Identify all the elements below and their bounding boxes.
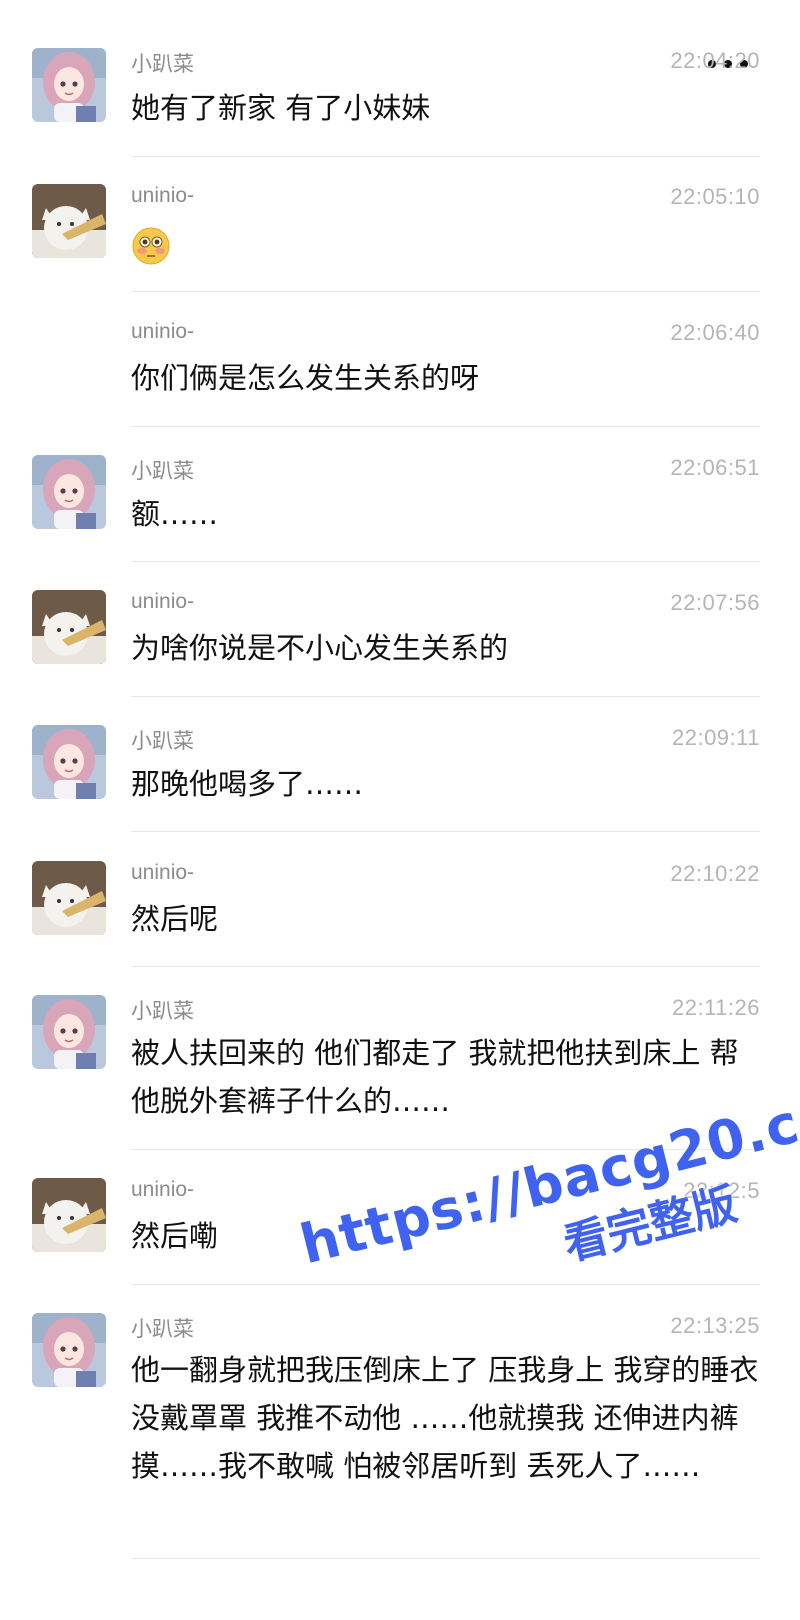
message-text[interactable]: 被人扶回来的 他们都走了 我就把他扶到床上 帮他脱外套裤子什么的…… — [131, 1029, 761, 1125]
avatar-girl[interactable] — [32, 455, 106, 529]
divider — [131, 291, 760, 292]
message-text[interactable] — [131, 220, 761, 268]
message-time: 22:06:51 — [670, 455, 760, 480]
flushed-face-icon — [131, 226, 171, 266]
avatar-girl[interactable] — [32, 48, 106, 122]
sender-name: uninio- — [131, 861, 195, 884]
divider — [131, 831, 760, 832]
sender-name: uninio- — [131, 184, 195, 207]
sender-name: 小趴菜 — [131, 1318, 194, 1341]
message-text[interactable]: 那晚他喝多了…… — [131, 760, 761, 808]
avatar-cat[interactable] — [32, 184, 106, 258]
sender-name: 小趴菜 — [131, 53, 194, 76]
message-time: 22:06:40 — [670, 320, 760, 345]
avatar-girl[interactable] — [32, 1313, 106, 1387]
divider — [131, 426, 760, 427]
divider — [131, 966, 760, 967]
sender-name: 小趴菜 — [131, 1000, 194, 1023]
sender-name: uninio- — [131, 320, 195, 343]
message-text[interactable]: 然后呢 — [131, 895, 761, 943]
divider — [131, 1558, 760, 1559]
message-time: 22:10:22 — [670, 861, 760, 886]
sender-name: uninio- — [131, 590, 195, 613]
avatar-cat[interactable] — [32, 590, 106, 664]
message-text[interactable]: 额…… — [131, 490, 761, 538]
message-time: 22:05:10 — [670, 184, 760, 209]
message-text[interactable]: 他一翻身就把我压倒床上了 压我身上 我穿的睡衣 没戴罩罩 我推不动他 ……他就摸… — [131, 1346, 761, 1490]
sender-name: 小趴菜 — [131, 460, 194, 483]
divider — [131, 696, 760, 697]
message-time: 22:09:11 — [671, 725, 760, 750]
avatar-girl[interactable] — [32, 725, 106, 799]
message-time: 22:13:25 — [670, 1313, 760, 1338]
avatar-cat[interactable] — [32, 1178, 106, 1252]
sender-name: 小趴菜 — [131, 730, 194, 753]
sender-name: uninio- — [131, 1178, 195, 1201]
message-text[interactable]: 你们俩是怎么发生关系的呀 — [131, 354, 761, 402]
message-time: 22:07:56 — [670, 590, 760, 615]
message-time: 22:11:26 — [671, 995, 760, 1020]
divider — [131, 561, 760, 562]
divider — [131, 156, 760, 157]
message-text[interactable]: 她有了新家 有了小妹妹 — [131, 84, 761, 132]
avatar-cat[interactable] — [32, 861, 106, 935]
message-time: 22:04:20 — [670, 48, 760, 73]
avatar-girl[interactable] — [32, 995, 106, 1069]
message-text[interactable]: 为啥你说是不小心发生关系的 — [131, 624, 761, 672]
